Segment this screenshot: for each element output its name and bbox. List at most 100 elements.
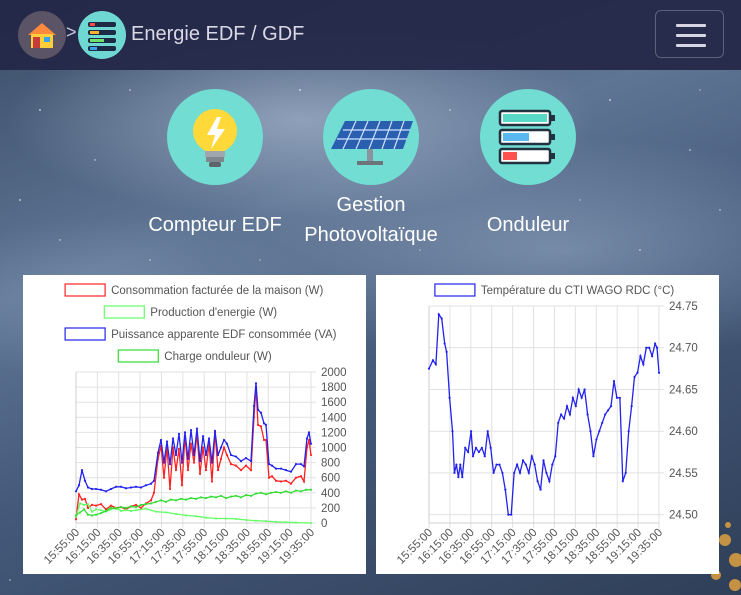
data-point <box>249 494 253 497</box>
data-point <box>262 438 266 442</box>
data-point <box>204 496 208 500</box>
data-point <box>498 463 501 466</box>
data-point <box>299 475 303 478</box>
lightbulb-icon <box>193 109 237 167</box>
data-point <box>174 469 178 472</box>
data-point <box>134 485 138 488</box>
data-point <box>554 455 557 458</box>
data-point <box>229 495 233 498</box>
data-point <box>289 482 293 485</box>
data-point <box>504 488 507 491</box>
data-point <box>642 363 645 366</box>
data-point <box>180 484 184 487</box>
data-point <box>533 463 536 466</box>
data-point <box>639 354 642 358</box>
data-point <box>274 490 278 494</box>
data-point <box>225 453 229 457</box>
data-point <box>83 497 87 500</box>
data-point <box>507 513 510 516</box>
data-point <box>451 430 454 433</box>
data-point <box>195 427 199 430</box>
data-point <box>94 504 98 507</box>
y-tick-label: 1400 <box>321 412 347 424</box>
energy-chart-panel: Consommation facturée de la maison (W) Pr… <box>23 275 366 574</box>
data-point <box>299 490 303 493</box>
data-point <box>168 487 172 491</box>
gestion-label-line1[interactable]: Gestion <box>285 190 457 220</box>
legend-swatch <box>434 283 476 297</box>
energy-line-chart: Consommation facturée de la maison (W) Pr… <box>42 283 347 567</box>
data-point <box>515 463 519 466</box>
data-point <box>82 508 86 511</box>
y-tick-label: 1200 <box>321 427 347 439</box>
data-point <box>645 346 648 349</box>
data-point <box>304 488 308 491</box>
data-point <box>249 459 253 463</box>
data-point <box>74 518 78 521</box>
data-point <box>224 517 228 520</box>
data-point <box>210 461 214 464</box>
data-point <box>144 503 148 506</box>
compteur-edf-tile[interactable] <box>167 89 263 185</box>
data-point <box>99 503 103 506</box>
data-point <box>159 499 163 502</box>
data-point <box>154 500 158 503</box>
data-point <box>134 509 138 512</box>
y-tick-label: 1600 <box>321 397 347 409</box>
data-point <box>229 453 233 457</box>
data-point <box>90 487 94 491</box>
onduleur-label[interactable]: Onduleur <box>442 210 614 240</box>
data-point <box>545 471 548 475</box>
data-point <box>254 492 258 495</box>
data-point <box>609 405 613 408</box>
series-line <box>428 312 660 516</box>
data-point <box>309 488 313 491</box>
data-point <box>124 506 128 509</box>
data-point <box>513 471 516 475</box>
data-point <box>239 459 243 463</box>
data-point <box>542 459 545 462</box>
data-point <box>209 495 213 498</box>
photovoltaique-label-line2[interactable]: Photovoltaïque <box>285 220 457 250</box>
data-point <box>270 475 274 478</box>
data-point <box>186 469 190 472</box>
data-point <box>624 471 627 475</box>
data-point <box>521 459 525 462</box>
data-point <box>74 490 78 493</box>
data-point <box>189 496 193 500</box>
page-title: Energie EDF / GDF <box>131 23 305 45</box>
navbar-toggle-button[interactable] <box>655 10 724 58</box>
data-point <box>443 342 446 345</box>
data-point <box>124 509 128 512</box>
data-point <box>152 491 156 494</box>
home-icon[interactable] <box>18 11 66 59</box>
data-point <box>259 425 263 428</box>
data-point <box>630 405 633 408</box>
energy-menu-icon[interactable] <box>78 11 126 59</box>
data-point <box>294 476 298 479</box>
data-point <box>204 516 208 519</box>
data-point <box>234 494 238 497</box>
data-point <box>483 455 486 458</box>
data-point <box>586 413 589 416</box>
data-point <box>239 469 243 472</box>
navbar: > Energie EDF / GDF <box>0 0 741 70</box>
y-tick-label: 24.70 <box>669 343 698 355</box>
data-point <box>80 469 84 472</box>
data-point <box>239 496 243 499</box>
data-point <box>156 451 160 454</box>
temperature-line-chart: Température du CTI WAGO RDC (°C) 24.50 24.… <box>395 283 698 567</box>
compteur-edf-label[interactable]: Compteur EDF <box>129 210 301 240</box>
data-point <box>171 437 175 440</box>
data-point <box>129 486 133 489</box>
gestion-photovoltaique-tile[interactable] <box>323 89 419 185</box>
data-point <box>657 371 661 374</box>
data-point <box>244 464 248 467</box>
legend-label: Production d'energie (W) <box>150 307 277 319</box>
data-point <box>186 457 190 460</box>
data-point <box>80 498 84 501</box>
data-point <box>184 514 188 517</box>
data-point <box>149 502 153 505</box>
data-point <box>284 479 288 482</box>
onduleur-tile[interactable] <box>480 89 576 185</box>
